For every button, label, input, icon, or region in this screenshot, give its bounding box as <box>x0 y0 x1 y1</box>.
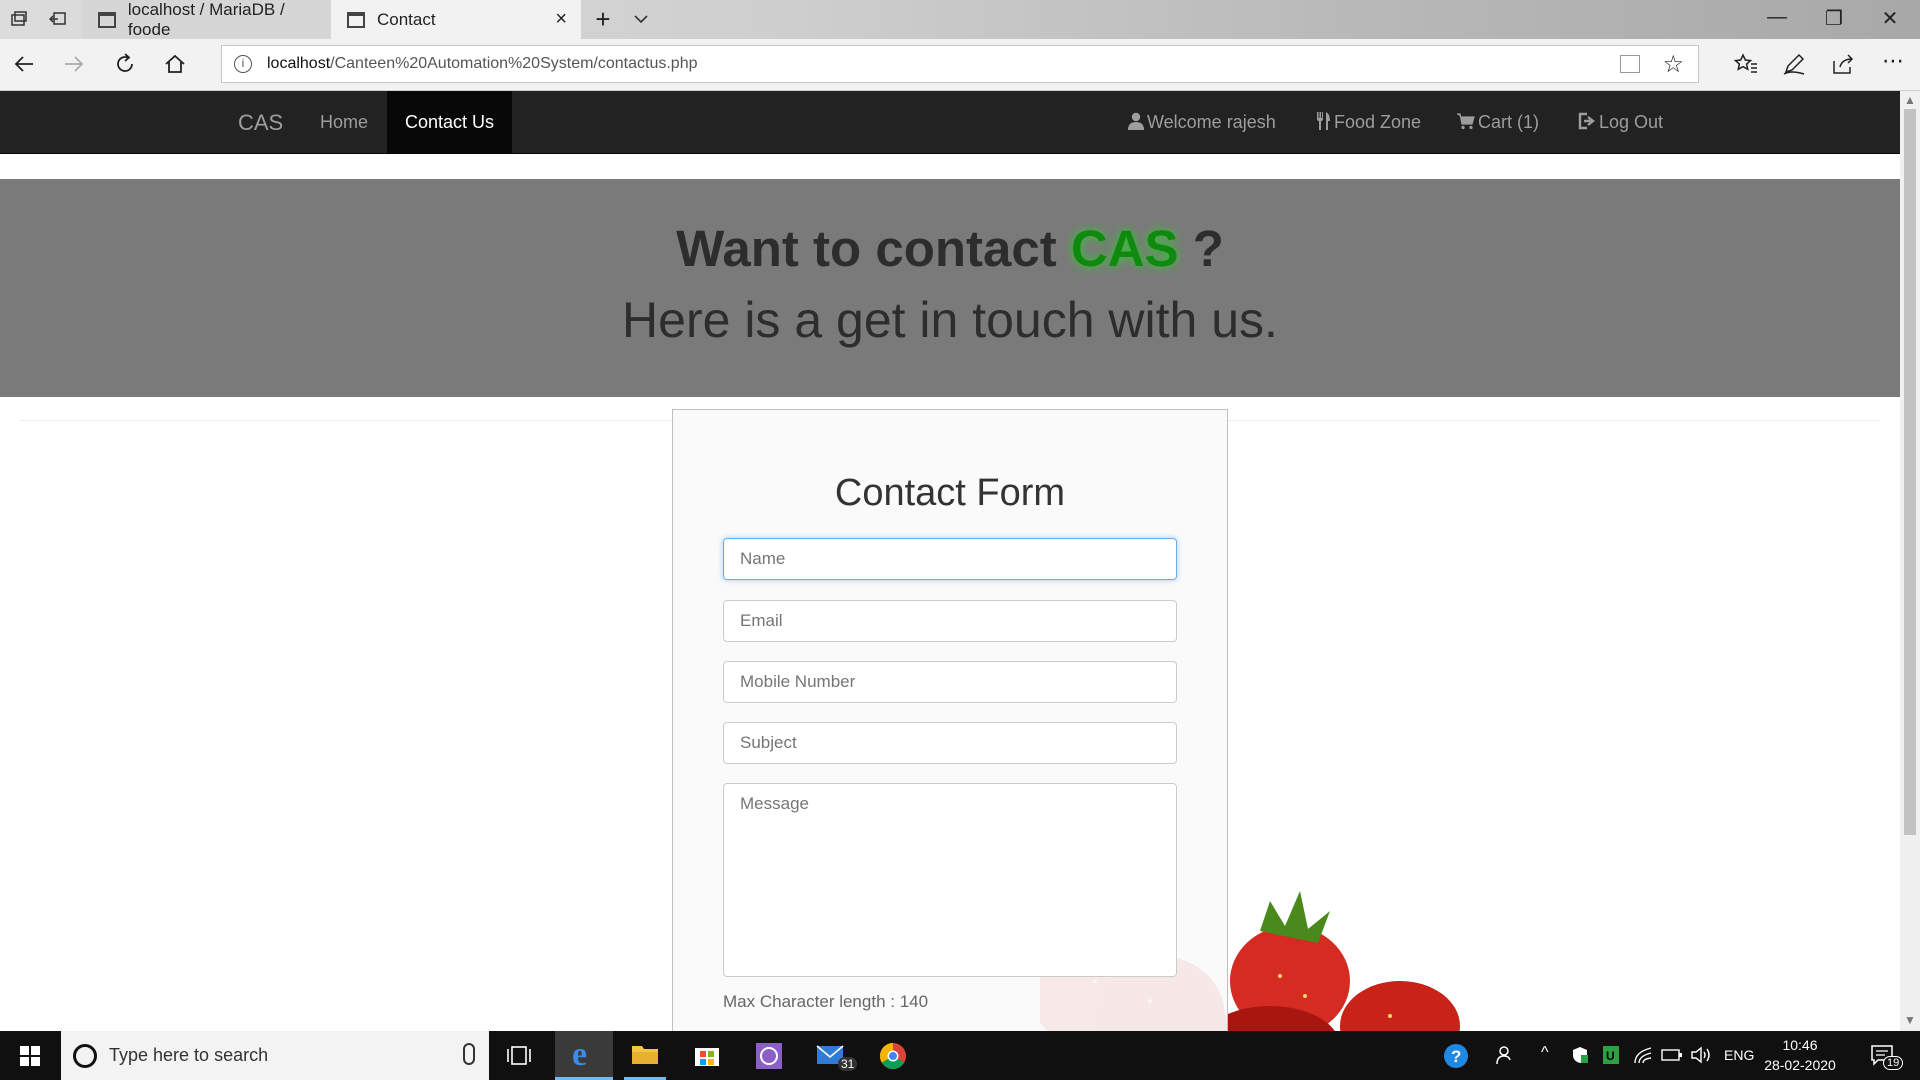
address-bar-row: i localhost/Canteen%20Automation%20Syste… <box>0 39 1920 91</box>
scrollbar-thumb[interactable] <box>1904 109 1916 835</box>
more-options-icon[interactable]: ⋯ <box>1880 48 1906 74</box>
people-icon[interactable] <box>1495 1044 1517 1066</box>
edge-icon: e <box>572 1036 587 1073</box>
close-window-button[interactable]: ✕ <box>1875 6 1905 31</box>
taskbar-chrome-app[interactable] <box>864 1031 922 1080</box>
nav-cart[interactable]: Cart (1) <box>1439 91 1557 154</box>
whatsapp-icon <box>756 1043 782 1069</box>
taskbar-clock[interactable]: 10:46 28-02-2020 <box>1763 1035 1837 1075</box>
hero-heading-prefix: Want to contact <box>676 220 1057 277</box>
security-shield-icon[interactable] <box>1571 1046 1589 1064</box>
search-placeholder: Type here to search <box>109 1045 269 1065</box>
page-scrollbar[interactable]: ▲ ▼ <box>1900 91 1920 1031</box>
hero-heading-brand: CAS <box>1070 220 1179 277</box>
subject-input[interactable] <box>723 722 1177 764</box>
home-icon[interactable] <box>162 51 188 77</box>
web-page: CAS Home Contact Us Welcome rajesh Food … <box>0 91 1900 1031</box>
reading-view-icon[interactable] <box>1620 55 1640 73</box>
max-length-note: Max Character length : 140 <box>723 992 929 1011</box>
help-icon[interactable]: ? <box>1443 1043 1469 1069</box>
forward-icon[interactable] <box>61 51 87 77</box>
nav-contact-us[interactable]: Contact Us <box>387 91 513 154</box>
mobile-number-input[interactable] <box>723 661 1177 703</box>
close-tab-icon[interactable]: × <box>555 8 567 31</box>
hero-subheading: Here is a get in touch with us. <box>622 292 1278 348</box>
notification-count-badge: 19 <box>1883 1056 1904 1070</box>
tab-phpmyadmin[interactable]: localhost / MariaDB / foode <box>82 0 330 39</box>
svg-text:U: U <box>1606 1049 1615 1063</box>
taskbar-store-app[interactable] <box>678 1031 736 1080</box>
welcome-label: Welcome rajesh <box>1147 112 1276 132</box>
cortana-icon <box>73 1044 97 1068</box>
hero-heading: Want to contact CAS ? <box>0 219 1900 278</box>
page-icon <box>347 11 365 28</box>
language-indicator[interactable]: ENG <box>1724 1047 1754 1063</box>
microphone-icon[interactable] <box>463 1043 475 1065</box>
refresh-icon[interactable] <box>112 51 138 77</box>
taskbar-mail-app[interactable]: 31 <box>802 1031 860 1080</box>
hero-banner: Want to contact CAS ? Here is a get in t… <box>0 179 1900 397</box>
url-input[interactable]: i localhost/Canteen%20Automation%20Syste… <box>221 45 1699 83</box>
store-icon <box>695 1048 719 1066</box>
page-icon <box>98 11 116 28</box>
url-text: localhost/Canteen%20Automation%20System/… <box>267 55 698 72</box>
volume-icon[interactable] <box>1690 1046 1712 1064</box>
cart-label: Cart (1) <box>1478 112 1540 132</box>
taskbar-whatsapp-app[interactable] <box>740 1031 798 1080</box>
svg-text:e: e <box>572 1036 587 1073</box>
clock-date: 28-02-2020 <box>1764 1057 1836 1073</box>
tab-list-chevron-icon[interactable] <box>633 13 649 25</box>
logout-icon <box>1578 112 1595 130</box>
nav-logout[interactable]: Log Out <box>1560 91 1681 154</box>
browser-title-bar: localhost / MariaDB / foode Contact × + … <box>0 0 1920 39</box>
name-input[interactable] <box>723 538 1177 580</box>
show-hidden-icons-chevron-icon[interactable]: ^ <box>1541 1044 1549 1062</box>
tab-label: localhost / MariaDB / foode <box>127 0 285 39</box>
message-textarea[interactable] <box>723 783 1177 977</box>
new-tab-button[interactable]: + <box>588 4 618 35</box>
site-info-icon[interactable]: i <box>234 55 252 73</box>
tab-contact[interactable]: Contact × <box>331 0 581 39</box>
food-zone-label: Food Zone <box>1334 112 1422 132</box>
scroll-down-arrow-icon[interactable]: ▼ <box>1904 1013 1916 1027</box>
restore-button[interactable]: ❐ <box>1819 6 1849 31</box>
windows-start-icon[interactable] <box>0 1031 60 1080</box>
back-icon[interactable] <box>11 51 37 77</box>
mail-badge: 31 <box>838 1057 858 1071</box>
share-icon[interactable] <box>1830 51 1856 77</box>
taskbar-edge-app[interactable]: e <box>555 1031 613 1080</box>
user-icon <box>1128 112 1144 130</box>
logout-label: Log Out <box>1599 112 1664 132</box>
minimize-button[interactable]: — <box>1762 6 1792 29</box>
file-explorer-icon <box>632 1046 658 1064</box>
favorites-icon[interactable] <box>1733 51 1759 77</box>
clock-time: 10:46 <box>1782 1037 1818 1053</box>
hero-heading-suffix: ? <box>1192 220 1224 277</box>
cart-icon <box>1457 113 1475 130</box>
nav-welcome-user[interactable]: Welcome rajesh <box>1110 91 1294 154</box>
email-input[interactable] <box>723 600 1177 642</box>
chrome-icon <box>879 1042 906 1070</box>
taskbar-search-box[interactable]: Type here to search <box>61 1031 489 1080</box>
contact-form-panel: Contact Form Max Character length : 140 <box>672 409 1228 1031</box>
taskbar-explorer-app[interactable] <box>616 1031 674 1080</box>
nav-home[interactable]: Home <box>302 91 386 154</box>
navbar-brand[interactable]: CAS <box>220 91 301 154</box>
task-view-icon[interactable] <box>490 1031 548 1080</box>
contact-form-title: Contact Form <box>834 472 1066 514</box>
wifi-icon[interactable] <box>1633 1046 1653 1064</box>
set-tabs-aside-icon[interactable] <box>49 10 67 28</box>
tab-actions-icon[interactable] <box>10 10 28 28</box>
web-notes-icon[interactable] <box>1781 51 1807 77</box>
nav-food-zone[interactable]: Food Zone <box>1297 91 1439 154</box>
tab-label: Contact <box>377 9 436 29</box>
scroll-up-arrow-icon[interactable]: ▲ <box>1904 93 1916 107</box>
app-tray-icon[interactable]: U <box>1602 1045 1620 1065</box>
cutlery-icon <box>1317 112 1330 130</box>
battery-icon[interactable] <box>1661 1048 1683 1062</box>
svg-text:?: ? <box>1451 1047 1461 1066</box>
favorite-star-icon[interactable]: ☆ <box>1662 50 1684 79</box>
site-navbar: CAS Home Contact Us Welcome rajesh Food … <box>0 91 1900 154</box>
windows-taskbar: Type here to search e 31 ? ^ U ENG 10:46… <box>0 1031 1920 1080</box>
